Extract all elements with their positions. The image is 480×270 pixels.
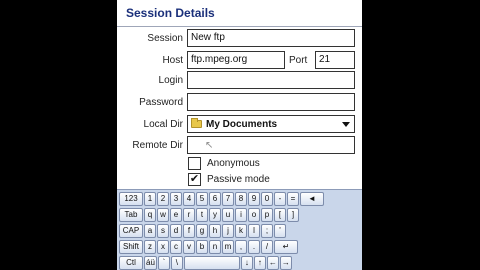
key-0-4[interactable]: 4 [183, 192, 195, 206]
key-0-7[interactable]: 7 [222, 192, 234, 206]
keyboard-row: Tab q w e r t y u i o p[] [119, 208, 299, 222]
key-0-11[interactable]: - [274, 192, 286, 206]
folder-icon [191, 118, 202, 128]
soft-keyboard: 123 1 2 3 4 5 6 7 8 9 0- = ◄ Tab q w e r t y u i o p[] CAP a s d f g h… [117, 189, 362, 270]
key-1-2[interactable]: w [157, 208, 169, 222]
key-3-4[interactable]: v [183, 240, 195, 254]
password-field[interactable] [187, 93, 355, 111]
key-3-6[interactable]: n [209, 240, 221, 254]
key-3-0[interactable]: Shift [119, 240, 143, 254]
key-2-9[interactable]: l [248, 224, 260, 238]
key-2-8[interactable]: k [235, 224, 247, 238]
key-2-7[interactable]: j [222, 224, 234, 238]
anonymous-checkbox[interactable] [188, 157, 201, 170]
key-4-2[interactable]: ` [157, 256, 170, 270]
key-0-10[interactable]: 0 [261, 192, 273, 206]
key-0-13[interactable]: ◄ [300, 192, 324, 206]
key-2-10[interactable]: ; [261, 224, 273, 238]
key-1-12[interactable]: ] [287, 208, 299, 222]
key-4-8[interactable]: → [279, 256, 292, 270]
screen: Session Details Session New ftp Host ftp… [117, 0, 362, 270]
key-3-9[interactable]: . [248, 240, 260, 254]
host-label: Host [162, 55, 183, 66]
key-3-10[interactable]: / [261, 240, 273, 254]
key-3-5[interactable]: b [196, 240, 208, 254]
key-1-1[interactable]: q [144, 208, 156, 222]
keyboard-row: Ctl áü ` \ ↓ ↑ ← → [119, 256, 292, 270]
key-2-2[interactable]: s [157, 224, 169, 238]
key-1-10[interactable]: p [261, 208, 273, 222]
passive-mode-checkbox[interactable]: ✔ [188, 173, 201, 186]
page-title: Session Details [117, 0, 362, 27]
key-0-0[interactable]: 123 [119, 192, 143, 206]
key-2-3[interactable]: d [170, 224, 182, 238]
key-0-3[interactable]: 3 [170, 192, 182, 206]
remote-dir-label: Remote Dir [132, 140, 183, 151]
port-field[interactable]: 21 [315, 51, 355, 69]
password-label: Password [139, 97, 183, 108]
key-4-5[interactable]: ↓ [240, 256, 253, 270]
key-2-4[interactable]: f [183, 224, 195, 238]
host-field[interactable]: ftp.mpeg.org [187, 51, 285, 69]
key-1-6[interactable]: y [209, 208, 221, 222]
session-field[interactable]: New ftp [187, 29, 355, 47]
login-label: Login [158, 75, 183, 86]
key-3-8[interactable]: , [235, 240, 247, 254]
key-4-1[interactable]: áü [144, 256, 157, 270]
key-0-5[interactable]: 5 [196, 192, 208, 206]
anonymous-label: Anonymous [207, 158, 260, 169]
chevron-down-icon[interactable] [342, 122, 350, 127]
key-0-1[interactable]: 1 [144, 192, 156, 206]
key-2-5[interactable]: g [196, 224, 208, 238]
passive-mode-label: Passive mode [207, 174, 270, 185]
key-2-1[interactable]: a [144, 224, 156, 238]
key-0-6[interactable]: 6 [209, 192, 221, 206]
key-2-11[interactable]: ' [274, 224, 286, 238]
key-1-7[interactable]: u [222, 208, 234, 222]
key-1-4[interactable]: r [183, 208, 195, 222]
key-0-8[interactable]: 8 [235, 192, 247, 206]
key-4-6[interactable]: ↑ [253, 256, 266, 270]
local-dir-dropdown[interactable]: My Documents [187, 115, 355, 133]
key-1-5[interactable]: t [196, 208, 208, 222]
key-4-0[interactable]: Ctl [119, 256, 143, 270]
key-0-2[interactable]: 2 [157, 192, 169, 206]
key-3-7[interactable]: m [222, 240, 234, 254]
key-0-12[interactable]: = [287, 192, 299, 206]
key-3-3[interactable]: c [170, 240, 182, 254]
key-4-4[interactable] [183, 256, 240, 270]
keyboard-row: 123 1 2 3 4 5 6 7 8 9 0- = ◄ [119, 192, 324, 206]
key-1-11[interactable]: [ [274, 208, 286, 222]
session-label: Session [147, 33, 183, 44]
key-1-0[interactable]: Tab [119, 208, 143, 222]
key-3-11[interactable]: ↵ [274, 240, 298, 254]
port-label: Port [289, 55, 308, 66]
login-field[interactable] [187, 71, 355, 89]
key-2-6[interactable]: h [209, 224, 221, 238]
keyboard-row: CAP a s d f g h j k l; ' [119, 224, 286, 238]
mouse-cursor-icon: ↖ [205, 140, 214, 151]
key-1-9[interactable]: o [248, 208, 260, 222]
local-dir-value: My Documents [206, 118, 278, 130]
key-3-2[interactable]: x [157, 240, 169, 254]
key-4-7[interactable]: ← [266, 256, 279, 270]
key-4-3[interactable]: \ [170, 256, 183, 270]
keyboard-row: Shift z x c v b n m,. / ↵ [119, 240, 298, 254]
key-1-3[interactable]: e [170, 208, 182, 222]
key-0-9[interactable]: 9 [248, 192, 260, 206]
key-2-0[interactable]: CAP [119, 224, 143, 238]
key-3-1[interactable]: z [144, 240, 156, 254]
local-dir-label: Local Dir [143, 119, 183, 130]
key-1-8[interactable]: i [235, 208, 247, 222]
